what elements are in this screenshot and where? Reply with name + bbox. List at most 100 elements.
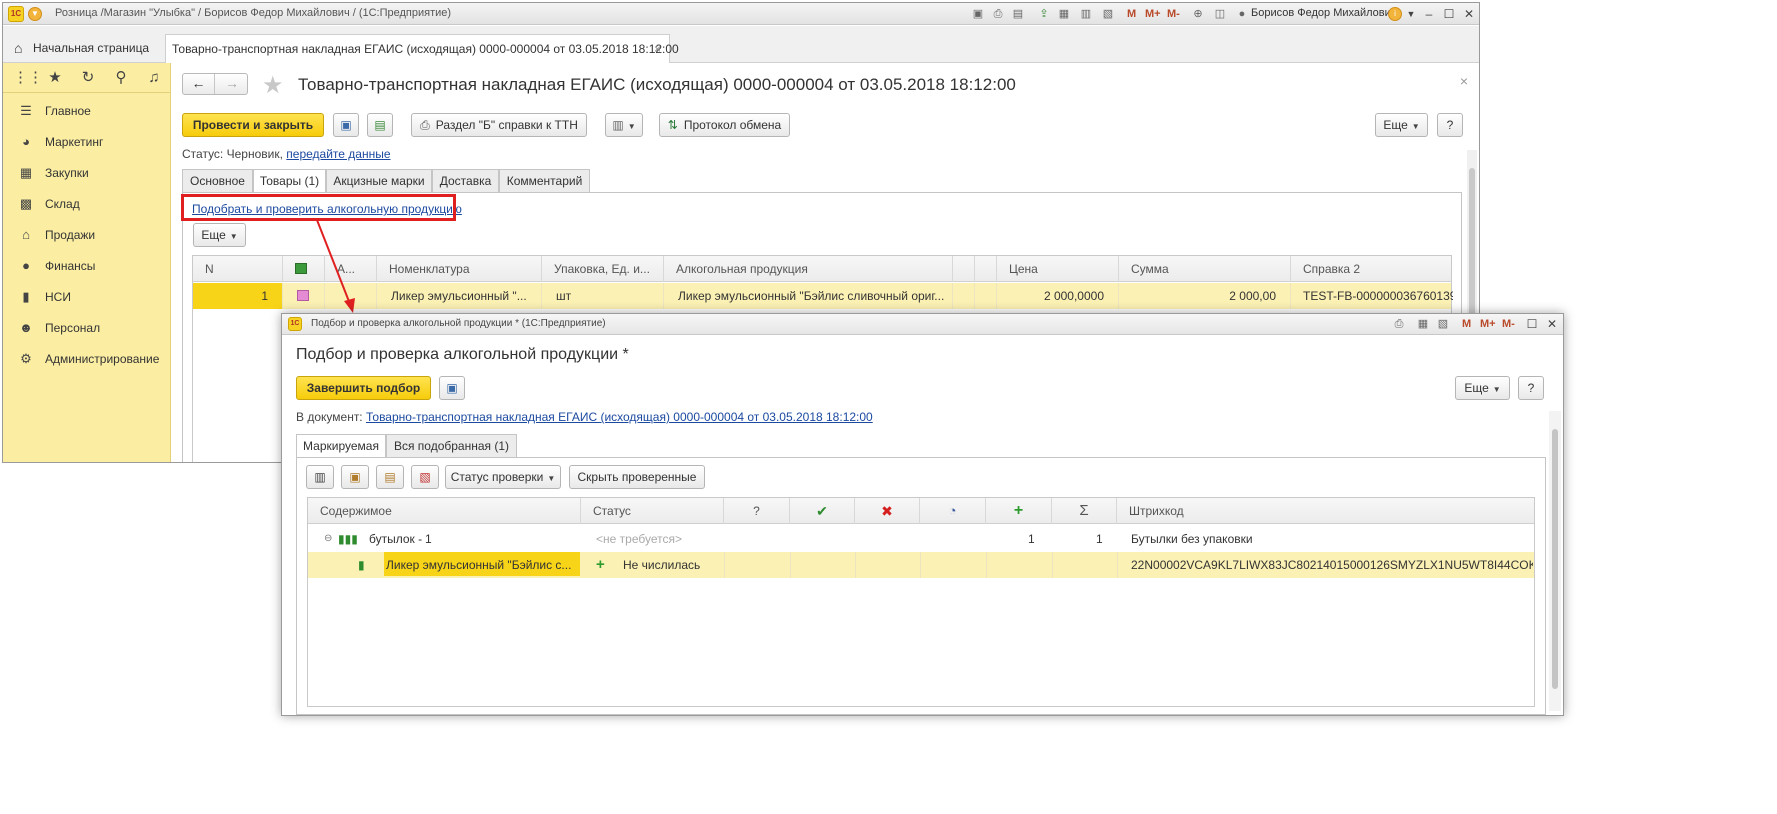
doc-link[interactable]: Товарно-транспортная накладная ЕГАИС (ис… [366,410,873,424]
table-row-group[interactable]: ⊖ ▮▮▮ бутылок - 1 <не требуется> 1 1 Бут… [308,526,1534,552]
close-window-icon[interactable]: ✕ [1461,6,1477,22]
m-minus-button[interactable]: M- [1167,8,1180,20]
m-plus-button[interactable]: M+ [1480,318,1496,330]
main-menu-dropdown-icon[interactable]: ▼ [28,7,42,21]
m-button[interactable]: M [1127,8,1136,20]
sidebar-item-warehouse[interactable]: ▩ Склад [17,194,80,214]
col-empty-1[interactable] [953,256,975,282]
save-icon[interactable]: ▣ [971,7,985,21]
add-box-button[interactable]: ▣ [341,465,369,489]
help-button[interactable]: ? [1437,113,1463,137]
col-n[interactable]: N [193,256,283,282]
sidebar-item-finance[interactable]: ● Финансы [17,256,95,276]
cell-package[interactable]: шт [542,283,664,309]
back-arrow-icon[interactable]: ← [183,74,215,94]
col-checked[interactable]: ✔ [790,498,855,524]
tab-document[interactable]: Товарно-транспортная накладная ЕГАИС (ис… [165,34,679,63]
sidebar-item-marketing[interactable]: ◕ Маркетинг [17,132,103,152]
cell-ref2[interactable]: TEST-FB-000000036760139 [1291,283,1453,309]
tab-all-picked[interactable]: Вся подобранная (1) [386,434,517,458]
col-empty-2[interactable] [975,256,997,282]
print-icon[interactable]: ⎙ [991,7,1005,21]
preview-icon[interactable]: ▤ [1011,7,1025,21]
cell-nomenclature[interactable]: Ликер эмульсионный "... [377,283,542,309]
unknown-barcode-button[interactable]: ▧ [411,465,439,489]
table-row-item[interactable]: ▮ Ликер эмульсионный "Бэйлис с... + Не ч… [308,552,1534,578]
print-icon[interactable]: ⎙ [1392,317,1406,331]
more-button[interactable]: Еще ▼ [1375,113,1428,137]
cell-sum[interactable]: 2 000,00 [1119,283,1291,309]
save-button[interactable]: ▣ [333,113,359,137]
panels-icon[interactable]: ◫ [1213,7,1227,21]
col-total[interactable]: Σ [1052,498,1117,524]
col-pending[interactable]: ◔ [920,498,986,524]
tab-excise-stamps[interactable]: Акцизные марки [326,169,432,193]
create-based-on-button[interactable]: ▥ ▼ [605,113,643,137]
col-alcohol-product[interactable]: Алкогольная продукция [664,256,953,282]
col-ref2[interactable]: Справка 2 [1291,256,1453,282]
sidebar-item-sales[interactable]: ⌂ Продажи [17,225,95,245]
tab-comment[interactable]: Комментарий [499,169,590,193]
cell-empty-1[interactable] [953,283,975,309]
search-icon[interactable]: ⚲ [112,69,130,87]
scrollbar-thumb[interactable] [1552,429,1558,689]
item-label[interactable]: Ликер эмульсионный "Бэйлис с... [384,552,580,576]
tab-close-icon[interactable]: × [654,35,661,63]
calculator-icon[interactable]: ▦ [1416,317,1430,331]
m-plus-button[interactable]: M+ [1145,8,1161,20]
tab-marked[interactable]: Маркируемая [296,434,386,458]
zoom-icon[interactable]: ⊕ [1191,7,1205,21]
hide-checked-button[interactable]: Скрыть проверенные [569,465,705,489]
close-window-icon[interactable]: ✕ [1544,316,1560,332]
help-button[interactable]: ? [1518,376,1544,400]
calendar-icon[interactable]: ▧ [1101,7,1115,21]
maximize-icon[interactable]: ☐ [1524,316,1540,332]
col-barcode[interactable]: Штрихкод [1117,498,1536,524]
tab-goods[interactable]: Товары (1) [253,169,326,193]
cell-n[interactable]: 1 [193,283,283,309]
collapse-toggle-icon[interactable]: ⊖ [324,526,332,552]
col-package[interactable]: Упаковка, Ед. и... [542,256,664,282]
table-more-button[interactable]: Еще ▼ [193,223,246,247]
save-button[interactable]: ▣ [439,376,465,400]
check-status-button[interactable]: Статус проверки ▼ [445,465,561,489]
upload-icon[interactable]: ⇪ [1037,7,1051,21]
cell-empty-2[interactable] [975,283,997,309]
post-button[interactable]: ▤ [367,113,393,137]
m-button[interactable]: M [1462,318,1471,330]
favorites-star-icon[interactable]: ★ [46,69,64,87]
info-icon[interactable]: i [1388,7,1402,21]
col-content[interactable]: Содержимое [308,498,581,524]
more-button[interactable]: Еще ▼ [1455,376,1510,400]
tab-home[interactable]: ⌂ Начальная страница [11,34,149,63]
tab-main[interactable]: Основное [182,169,253,193]
calendar-icon[interactable]: ▧ [1436,317,1450,331]
apps-grid-icon[interactable]: ⋮⋮ [13,69,43,87]
section-b-button[interactable]: ⎙ Раздел "Б" справки к ТТН [411,113,587,137]
cell-alcohol-product[interactable]: Ликер эмульсионный "Бэйлис сливочный ори… [664,283,953,309]
exchange-protocol-button[interactable]: ⇅ Протокол обмена [659,113,790,137]
maximize-icon[interactable]: ☐ [1441,6,1457,22]
sidebar-item-nsi[interactable]: ▮ НСИ [17,287,71,307]
table-icon[interactable]: ▦ [1057,7,1071,21]
info-dropdown-icon[interactable]: ▼ [1403,6,1419,22]
col-nomenclature[interactable]: Номенклатура [377,256,542,282]
col-price[interactable]: Цена [997,256,1119,282]
finish-pick-button[interactable]: Завершить подбор [296,376,431,400]
notifications-bell-icon[interactable]: ♫ [145,69,163,87]
post-and-close-button[interactable]: Провести и закрыть [182,113,324,137]
col-status[interactable]: Статус [581,498,724,524]
col-added[interactable]: + [986,498,1052,524]
forward-arrow-icon[interactable]: → [216,74,248,94]
popup-scrollbar[interactable] [1549,411,1561,711]
favorite-star-icon[interactable]: ★ [262,71,284,100]
col-question[interactable]: ? [724,498,790,524]
col-rejected[interactable]: ✖ [855,498,920,524]
transfer-data-link[interactable]: передайте данные [286,147,390,161]
current-user[interactable]: Борисов Федор Михайлович [1251,7,1397,19]
tab-delivery[interactable]: Доставка [432,169,499,193]
sidebar-item-personnel[interactable]: ☻ Персонал [17,318,100,338]
cell-price[interactable]: 2 000,0000 [997,283,1119,309]
box-barcode-button[interactable]: ▤ [376,465,404,489]
calculator-icon[interactable]: ▥ [1079,7,1093,21]
